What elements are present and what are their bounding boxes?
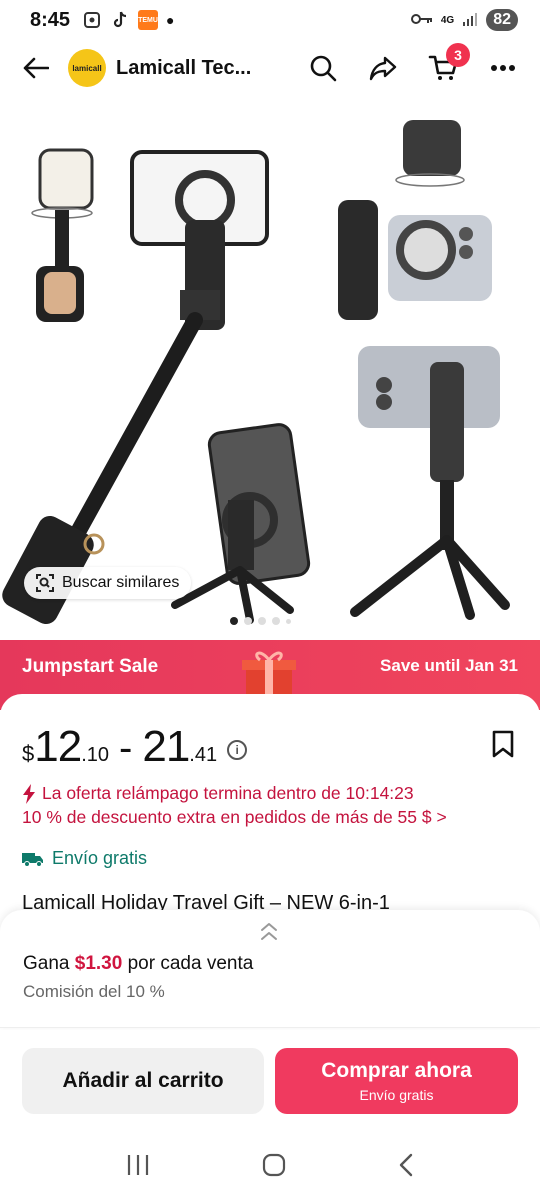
store-name[interactable]: Lamicall Tec...: [116, 57, 256, 80]
home-button[interactable]: [262, 1153, 286, 1182]
status-bar: 8:45 TEMU ● 4G 82: [0, 0, 540, 40]
price-currency: $: [22, 741, 35, 766]
product-photo: [2, 120, 510, 625]
page-dot[interactable]: [272, 617, 280, 625]
bookmark-icon: [492, 730, 514, 758]
recent-apps-button[interactable]: [126, 1154, 150, 1181]
cart-button[interactable]: 3: [424, 43, 470, 87]
gallery-pagination: [230, 617, 291, 625]
signal-icon: [462, 11, 478, 30]
search-icon: [310, 55, 337, 82]
status-time: 8:45: [30, 8, 71, 31]
header: lamicall Lamicall Tec... 3: [0, 42, 540, 94]
flash-sale-countdown: La oferta relámpago termina dentro de 10…: [22, 783, 414, 804]
earn-prefix: Gana: [23, 953, 70, 974]
page-dot[interactable]: [230, 617, 238, 625]
search-button[interactable]: [304, 49, 342, 87]
system-back-button[interactable]: [398, 1153, 414, 1182]
recent-apps-icon: [127, 1155, 149, 1175]
price-max-whole: 21: [142, 722, 190, 771]
more-notifications-icon: ●: [166, 12, 175, 28]
price-range: $ 12 .10 - 21 .41 i: [22, 722, 248, 772]
chevron-left-icon: [399, 1153, 413, 1177]
more-dots-icon: [491, 65, 515, 71]
page-dot[interactable]: [286, 618, 291, 624]
header-actions: 3: [304, 43, 522, 87]
gift-icon: [242, 651, 296, 696]
price-min-cents: .10: [81, 744, 110, 766]
price-max-cents: .41: [189, 744, 218, 766]
search-similar-button[interactable]: Buscar similares: [24, 567, 192, 599]
notification-icons: TEMU ●: [82, 10, 175, 30]
page-dot[interactable]: [258, 617, 266, 625]
discount-offer-link[interactable]: 10 % de descuento extra en pedidos de má…: [22, 807, 447, 828]
more-options-button[interactable]: [484, 49, 522, 87]
share-button[interactable]: [364, 49, 402, 87]
battery-level: 82: [486, 9, 518, 31]
product-image-gallery[interactable]: Buscar similares: [0, 100, 540, 640]
temu-icon: TEMU: [138, 10, 159, 30]
buy-now-sublabel: Envío gratis: [359, 1087, 434, 1103]
page-dot[interactable]: [244, 617, 252, 625]
buy-now-label: Comprar ahora: [321, 1059, 472, 1082]
key-icon: [410, 13, 433, 28]
image-search-icon: [36, 574, 54, 592]
system-icons: 4G 82: [410, 9, 518, 31]
tiktok-icon: [110, 11, 130, 29]
home-icon: [262, 1153, 286, 1177]
chevron-up-icon[interactable]: [258, 922, 280, 942]
search-similar-label: Buscar similares: [62, 574, 180, 591]
product-info-card: $ 12 .10 - 21 .41 i La oferta relámpago …: [0, 694, 540, 924]
earn-suffix: por cada venta: [127, 953, 254, 974]
system-navigation-bar: [0, 1135, 540, 1200]
sale-until: Save until Jan 31: [380, 656, 518, 675]
free-shipping-label: Envío gratis: [52, 848, 148, 868]
price-min-whole: 12: [34, 722, 82, 771]
free-shipping: Envío gratis: [22, 848, 147, 869]
earnings-line: Gana $1.30 por cada venta: [23, 953, 253, 975]
store-logo[interactable]: lamicall: [68, 49, 106, 87]
buy-now-button[interactable]: Comprar ahora Envío gratis: [275, 1048, 518, 1114]
price-separator: -: [119, 726, 133, 770]
network-type: 4G: [440, 14, 455, 26]
lightning-icon: [23, 783, 35, 804]
purchase-action-bar: Añadir al carrito Comprar ahora Envío gr…: [0, 1030, 540, 1130]
sale-title: Jumpstart Sale: [22, 656, 159, 677]
screenshot-icon: [82, 11, 102, 29]
affiliate-earnings-panel[interactable]: Gana $1.30 por cada venta Comisión del 1…: [0, 910, 540, 1028]
earn-amount: $1.30: [74, 953, 123, 974]
flash-sale-text: La oferta relámpago termina dentro de 10…: [42, 783, 414, 803]
arrow-left-icon: [23, 57, 49, 79]
share-icon: [369, 56, 397, 81]
add-to-cart-button[interactable]: Añadir al carrito: [22, 1048, 264, 1114]
bookmark-button[interactable]: [492, 730, 514, 763]
cart-count-badge: 3: [446, 43, 470, 67]
price-info-icon[interactable]: i: [227, 740, 248, 760]
truck-icon: [22, 852, 43, 867]
back-button[interactable]: [18, 50, 54, 86]
commission-rate: Comisión del 10 %: [23, 982, 165, 1001]
